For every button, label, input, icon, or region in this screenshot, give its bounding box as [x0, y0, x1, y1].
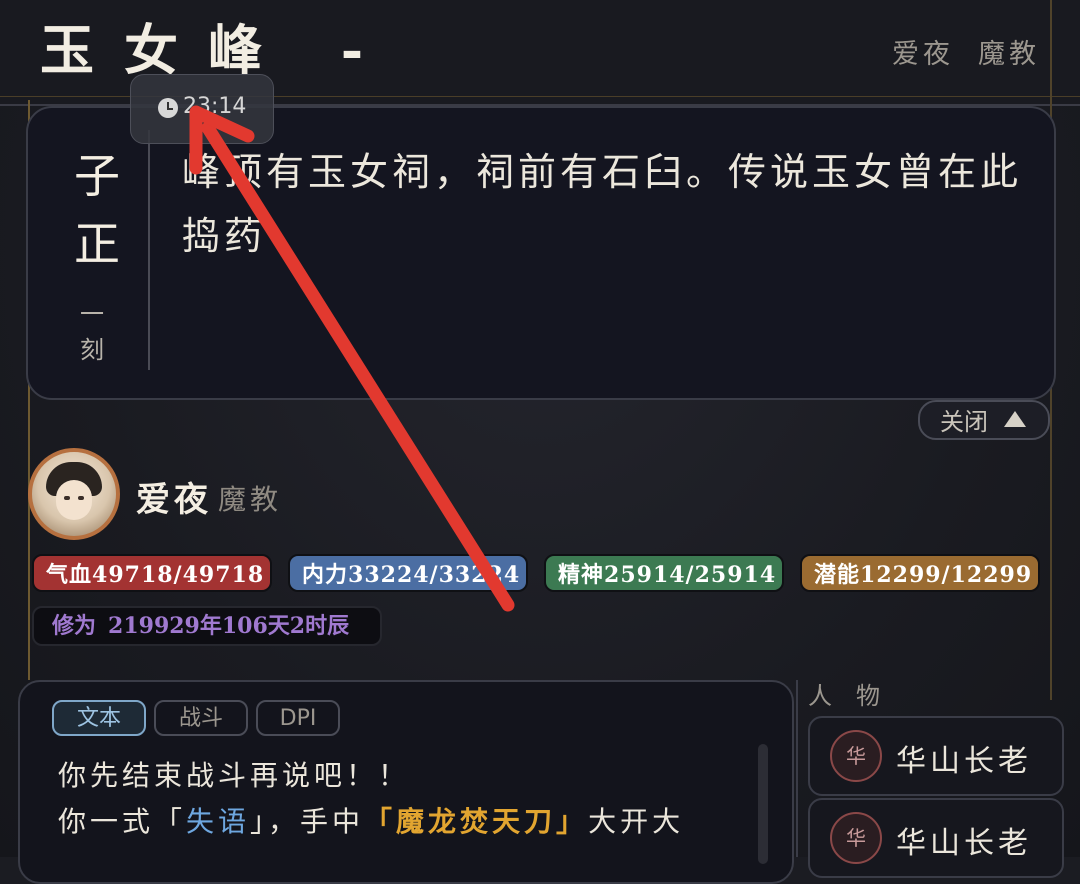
avatar-eye — [78, 496, 84, 500]
skill-name: 失语 — [186, 805, 251, 838]
stat-mp-value: 33224/33224 — [348, 562, 521, 588]
stat-sp: 精神25914/25914 — [544, 554, 784, 592]
time-quarter-char-1: 一 — [80, 300, 104, 328]
cultivation-label: 修为 — [52, 613, 97, 639]
close-button-label[interactable]: 关闭 — [940, 402, 988, 437]
stat-mp: 内力33224/33224 — [288, 554, 528, 592]
weapon-name: 「魔龙焚天刀」 — [364, 805, 589, 838]
clock-icon — [158, 98, 178, 118]
stat-potential-value: 12299/12299 — [860, 562, 1033, 588]
stat-sp-label: 精神 — [558, 562, 605, 588]
divider — [796, 680, 798, 857]
header-player-faction: 魔教 — [978, 39, 1040, 70]
log-text: 你一式「 — [58, 805, 187, 838]
stat-hp-label: 气血 — [46, 562, 93, 588]
tab-text[interactable]: 文本 — [52, 700, 146, 736]
location-description-text: 峰顶有玉女祠，祠前有石臼。传说玉女曾在此捣药 — [182, 150, 1023, 258]
avatar-face — [56, 480, 92, 520]
person-item[interactable]: 华 华山长老 — [808, 798, 1064, 878]
log-text: 」，手中 — [250, 805, 365, 838]
game-screen: 玉女峰 - 爱夜 魔教 子 正 一 刻 峰顶有玉女祠，祠前有石臼。传说玉女曾在此捣… — [0, 0, 1080, 884]
person-name: 华山长老 — [896, 826, 1032, 861]
time-value: 23:14 — [183, 94, 247, 119]
time-period-char-1: 子 — [74, 149, 120, 203]
log-line: 你一式「失语」，手中「魔龙焚天刀」大开大 — [58, 800, 684, 840]
people-header: 人物 — [808, 682, 904, 710]
player-faction: 魔教 — [218, 483, 283, 516]
header-player-name: 爱夜 — [892, 39, 954, 70]
sect-badge: 华 — [830, 812, 882, 864]
location-title: 玉女峰 - — [40, 18, 394, 82]
cultivation-badge: 修为 219929年106天2时辰 — [32, 606, 382, 646]
log-line: 你先结束战斗再说吧！！ — [58, 759, 411, 792]
person-name: 华山长老 — [896, 744, 1032, 779]
header-player-info: 爱夜 魔教 — [892, 32, 1040, 71]
divider — [148, 130, 150, 370]
tab-dpi[interactable]: DPI — [256, 700, 340, 736]
tab-combat[interactable]: 战斗 — [154, 700, 248, 736]
stat-potential: 潜能12299/12299 — [800, 554, 1040, 592]
person-item[interactable]: 华 华山长老 — [808, 716, 1064, 796]
stat-hp: 气血49718/49718 — [32, 554, 272, 592]
log-text: 大开大 — [588, 805, 685, 838]
stat-hp-value: 49718/49718 — [92, 562, 265, 588]
log-scrollbar[interactable] — [758, 744, 768, 864]
player-name: 爱夜 — [136, 480, 212, 520]
time-quarter-char-2: 刻 — [80, 336, 104, 364]
stat-potential-label: 潜能 — [814, 562, 861, 588]
stat-mp-label: 内力 — [302, 562, 349, 588]
stat-sp-value: 25914/25914 — [604, 562, 777, 588]
avatar[interactable] — [28, 448, 120, 540]
time-period-char-2: 正 — [74, 217, 120, 271]
triangle-up-icon[interactable] — [1004, 411, 1026, 427]
avatar-eye — [64, 496, 70, 500]
cultivation-value: 219929年106天2时辰 — [108, 613, 350, 639]
sect-badge: 华 — [830, 730, 882, 782]
